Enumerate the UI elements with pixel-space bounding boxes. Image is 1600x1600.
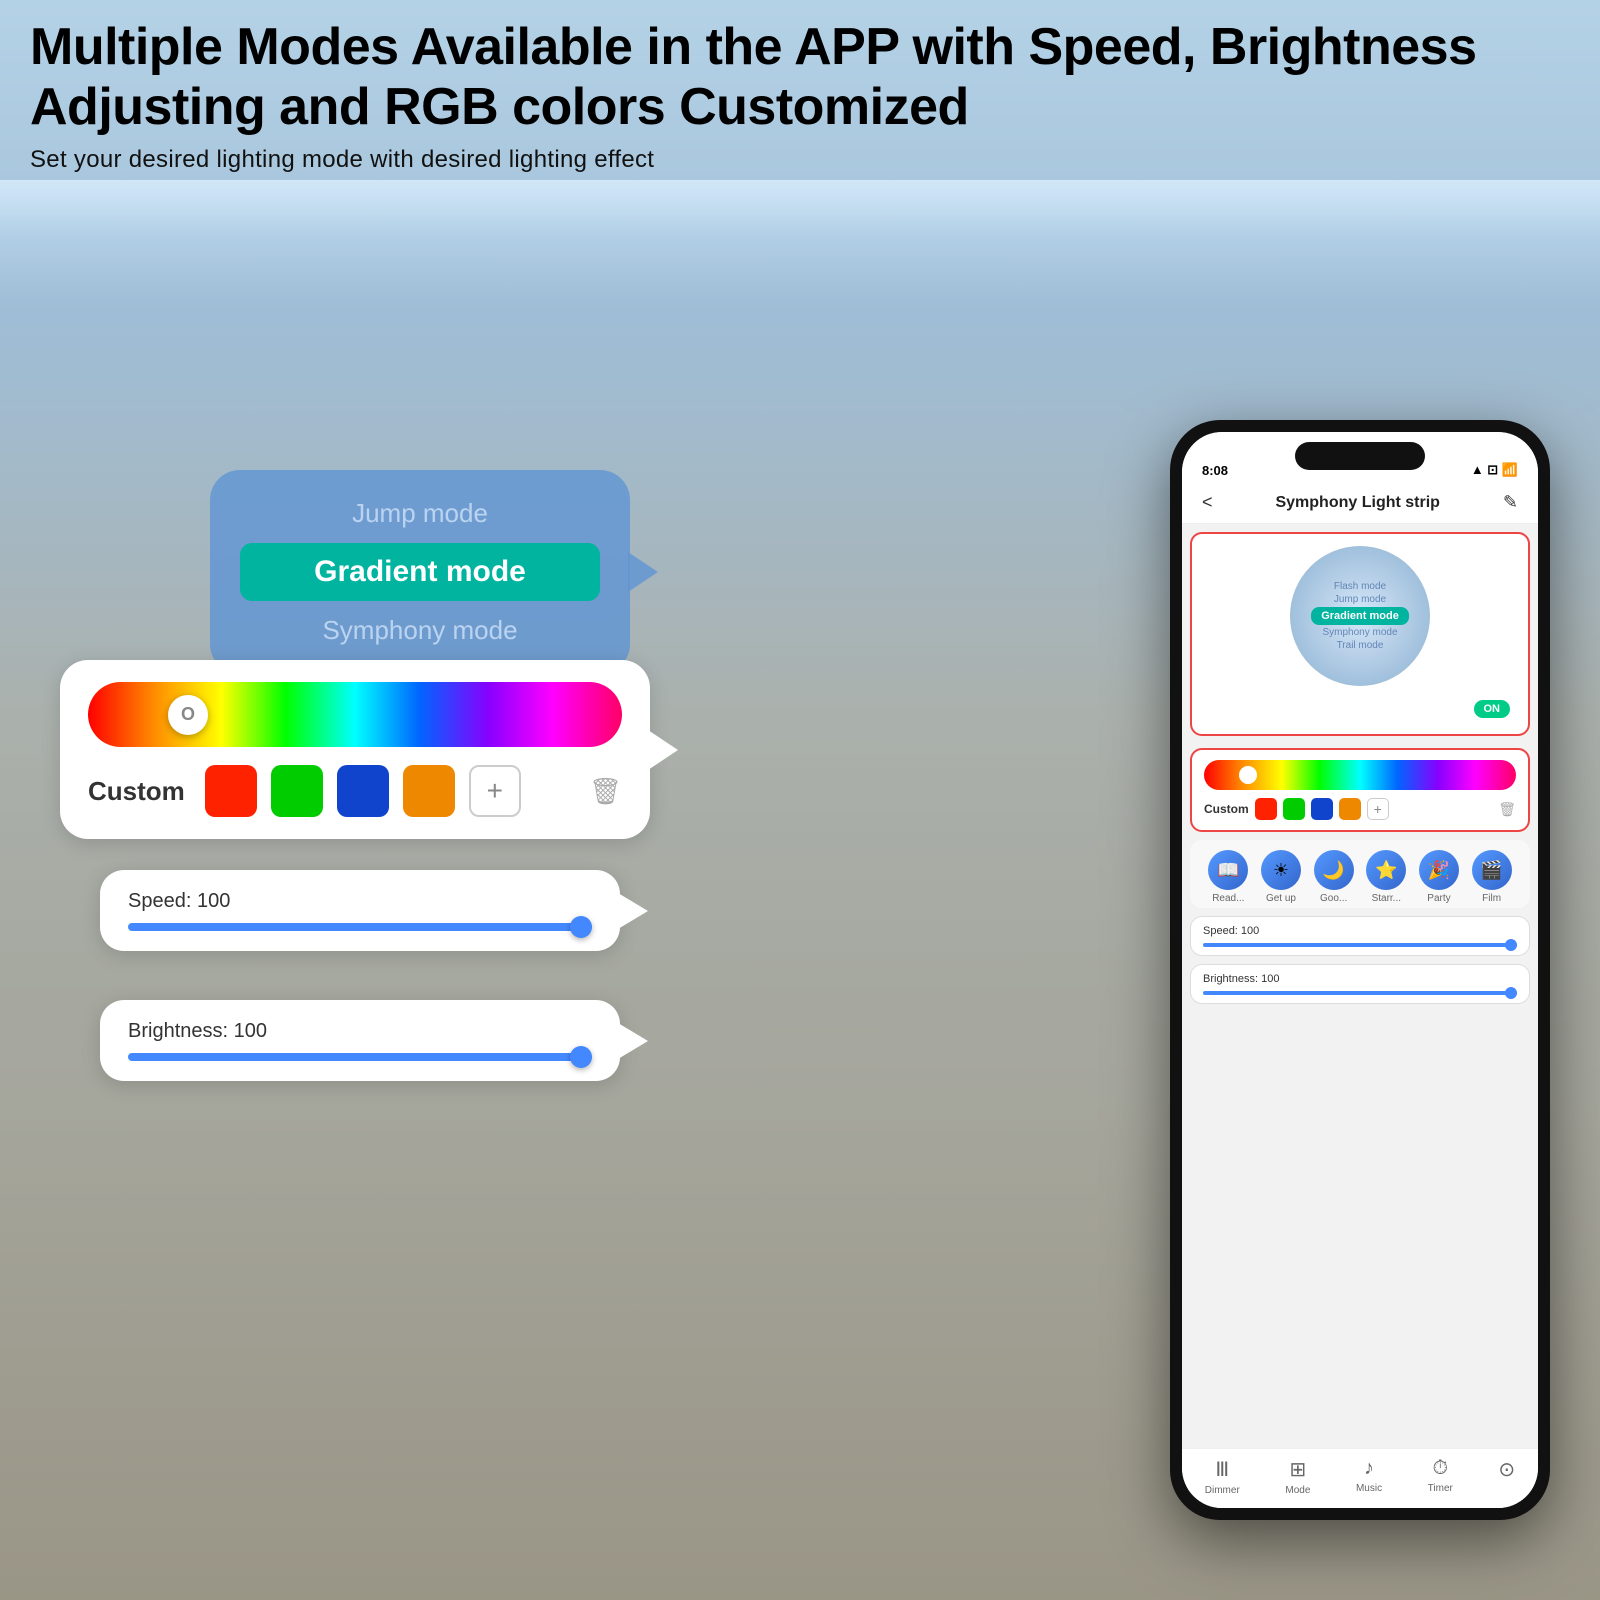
phone-mockup: 8:08 ▲ ⊡ 📶 < Symphony Light strip ✎ Flas… — [1170, 420, 1550, 1520]
preset-party[interactable]: 🎉 Party — [1419, 850, 1459, 904]
phone-edit-button[interactable]: ✎ — [1503, 492, 1518, 513]
phone-on-toggle[interactable]: ON — [1204, 696, 1516, 722]
preset-film[interactable]: 🎬 Film — [1472, 850, 1512, 904]
nav-dimmer[interactable]: Ⅲ Dimmer — [1205, 1457, 1240, 1496]
phone-add-button[interactable]: + — [1367, 798, 1389, 820]
preset-star-label: Starr... — [1372, 893, 1401, 904]
phone-color-bar[interactable] — [1204, 760, 1516, 790]
preset-film-icon: 🎬 — [1472, 850, 1512, 890]
nav-timer[interactable]: ⏱ Timer — [1428, 1457, 1453, 1496]
phone-swatch-red[interactable] — [1255, 798, 1277, 820]
mode-item-gradient[interactable]: Gradient mode — [240, 543, 600, 601]
phone-speed-thumb[interactable] — [1505, 939, 1517, 951]
phone-swatch-orange[interactable] — [1339, 798, 1361, 820]
wheel-symphony[interactable]: Symphony mode — [1322, 627, 1397, 638]
preset-night-icon: 🌙 — [1314, 850, 1354, 890]
mode-bubble: Jump mode Gradient mode Symphony mode — [210, 470, 630, 674]
nav-mode[interactable]: ⊞ Mode — [1285, 1457, 1310, 1496]
phone-brightness-section: Brightness: 100 — [1190, 964, 1530, 1004]
phone-signal: ▲ ⊡ 📶 — [1471, 462, 1518, 478]
mode-item-jump[interactable]: Jump mode — [240, 490, 600, 537]
phone-notch — [1295, 442, 1425, 470]
speed-bubble: Speed: 100 — [100, 870, 620, 951]
preset-party-icon: 🎉 — [1419, 850, 1459, 890]
phone-time: 8:08 — [1202, 463, 1228, 478]
color-gradient-bar[interactable] — [88, 682, 622, 747]
phone-speed-slider[interactable] — [1203, 943, 1517, 947]
timer-icon: ⏱ — [1432, 1457, 1448, 1480]
phone-brightness-label: Brightness: 100 — [1203, 973, 1517, 985]
wheel-flash[interactable]: Flash mode — [1334, 581, 1386, 592]
color-swatch-blue[interactable] — [337, 765, 389, 817]
wheel-jump[interactable]: Jump mode — [1334, 594, 1386, 605]
phone-brightness-thumb[interactable] — [1505, 987, 1517, 999]
phone-nav-bar: < Symphony Light strip ✎ — [1182, 482, 1538, 524]
music-icon: ♪ — [1364, 1457, 1374, 1480]
dimmer-label: Dimmer — [1205, 1485, 1240, 1496]
brightness-slider-thumb[interactable] — [570, 1046, 592, 1068]
phone-brightness-slider[interactable] — [1203, 991, 1517, 995]
extra-icon: ⊙ — [1498, 1457, 1515, 1482]
wheel-gradient[interactable]: Gradient mode — [1311, 607, 1409, 625]
phone-screen: 8:08 ▲ ⊡ 📶 < Symphony Light strip ✎ Flas… — [1182, 432, 1538, 1508]
color-swatch-green[interactable] — [271, 765, 323, 817]
color-swatch-orange[interactable] — [403, 765, 455, 817]
speed-slider[interactable] — [128, 923, 592, 931]
phone-swatch-green[interactable] — [1283, 798, 1305, 820]
preset-film-label: Film — [1482, 893, 1501, 904]
phone-color-handle[interactable] — [1239, 766, 1257, 784]
preset-night[interactable]: 🌙 Goo... — [1314, 850, 1354, 904]
speed-slider-thumb[interactable] — [570, 916, 592, 938]
phone-custom-label: Custom — [1204, 802, 1249, 816]
header-subtitle: Set your desired lighting mode with desi… — [30, 146, 1570, 174]
phone-delete-button[interactable]: 🗑 — [1498, 801, 1516, 818]
timer-label: Timer — [1428, 1483, 1453, 1494]
page-container: Multiple Modes Available in the APP with… — [0, 0, 1600, 1600]
speed-label: Speed: 100 — [128, 890, 592, 913]
brightness-slider[interactable] — [128, 1053, 592, 1061]
mode-icon: ⊞ — [1289, 1457, 1306, 1482]
brightness-bubble: Brightness: 100 — [100, 1000, 620, 1081]
preset-star-icon: ⭐ — [1366, 850, 1406, 890]
header-section: Multiple Modes Available in the APP with… — [30, 18, 1570, 174]
mode-item-symphony[interactable]: Symphony mode — [240, 607, 600, 654]
phone-presets-row: 📖 Read... ☀ Get up 🌙 Goo... ⭐ Starr... 🎉 — [1190, 840, 1530, 908]
phone-speed-section: Speed: 100 — [1190, 916, 1530, 956]
phone-nav-title: Symphony Light strip — [1275, 494, 1439, 512]
add-color-button[interactable]: + — [469, 765, 521, 817]
preset-star[interactable]: ⭐ Starr... — [1366, 850, 1406, 904]
preset-getup-label: Get up — [1266, 893, 1296, 904]
toggle-button[interactable]: ON — [1474, 700, 1511, 718]
preset-read[interactable]: 📖 Read... — [1208, 850, 1248, 904]
color-swatch-red[interactable] — [205, 765, 257, 817]
phone-swatch-blue[interactable] — [1311, 798, 1333, 820]
preset-read-icon: 📖 — [1208, 850, 1248, 890]
preset-read-label: Read... — [1212, 893, 1244, 904]
preset-night-label: Goo... — [1320, 893, 1347, 904]
header-title: Multiple Modes Available in the APP with… — [30, 18, 1570, 138]
preset-getup[interactable]: ☀ Get up — [1261, 850, 1301, 904]
custom-color-row: Custom + 🗑 — [88, 765, 622, 817]
color-picker-handle[interactable] — [168, 695, 208, 735]
nav-extra[interactable]: ⊙ — [1498, 1457, 1515, 1496]
ceiling-light — [0, 180, 1600, 300]
phone-mode-wheel[interactable]: Flash mode Jump mode Gradient mode Symph… — [1290, 546, 1430, 686]
wheel-trail[interactable]: Trail mode — [1337, 640, 1384, 651]
dimmer-icon: Ⅲ — [1215, 1457, 1229, 1482]
custom-label: Custom — [88, 776, 185, 807]
color-picker-bubble: Custom + 🗑 — [60, 660, 650, 839]
phone-custom-row: Custom + 🗑 — [1204, 798, 1516, 820]
delete-color-button[interactable]: 🗑 — [589, 776, 622, 807]
phone-back-button[interactable]: < — [1202, 492, 1213, 513]
preset-party-label: Party — [1427, 893, 1450, 904]
phone-speed-label: Speed: 100 — [1203, 925, 1517, 937]
phone-color-section: Custom + 🗑 — [1190, 748, 1530, 832]
music-label: Music — [1356, 1483, 1382, 1494]
brightness-label: Brightness: 100 — [128, 1020, 592, 1043]
phone-mode-section: Flash mode Jump mode Gradient mode Symph… — [1190, 532, 1530, 736]
mode-label: Mode — [1285, 1485, 1310, 1496]
preset-getup-icon: ☀ — [1261, 850, 1301, 890]
phone-bottom-nav: Ⅲ Dimmer ⊞ Mode ♪ Music ⏱ Timer ⊙ — [1182, 1448, 1538, 1508]
nav-music[interactable]: ♪ Music — [1356, 1457, 1382, 1496]
